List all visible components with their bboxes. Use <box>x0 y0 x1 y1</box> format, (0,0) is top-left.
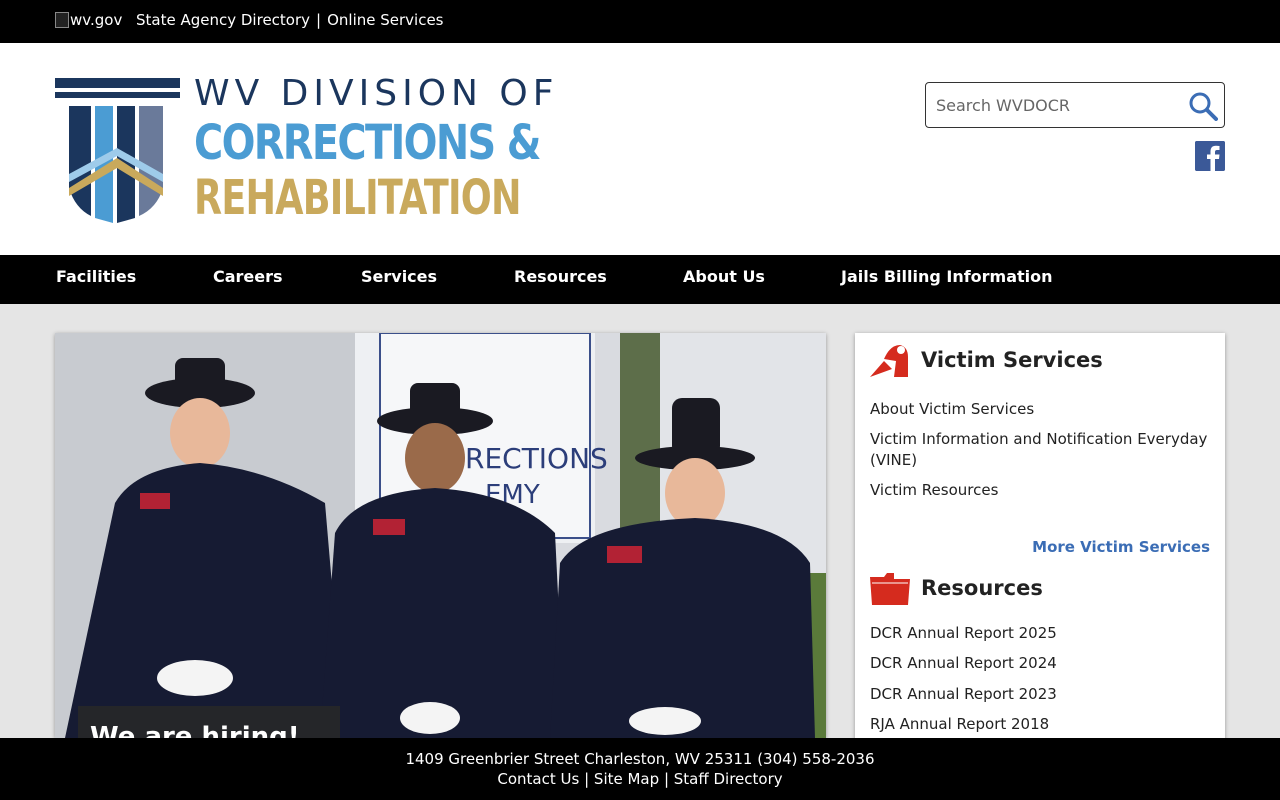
dcr-annual-report-2023-link[interactable]: DCR Annual Report 2023 <box>870 684 1210 705</box>
online-services-link[interactable]: Online Services <box>327 11 443 29</box>
wvgov-alt-text: wv.gov <box>70 11 123 29</box>
search-box <box>925 82 1225 128</box>
site-header: WV DIVISION OF CORRECTIONS & REHABILITAT… <box>0 43 1280 255</box>
logo-line-rehabilitation: REHABILITATION <box>194 170 522 226</box>
svg-text:RECTIONS: RECTIONS <box>465 442 608 475</box>
staff-directory-link[interactable]: Staff Directory <box>674 770 783 788</box>
hero-caption[interactable]: We are hiring! <box>78 706 340 738</box>
nav-resources[interactable]: Resources <box>514 267 607 286</box>
facebook-link[interactable] <box>1195 141 1225 171</box>
logo-line-division: WV DIVISION OF <box>194 73 559 114</box>
state-agency-directory-link[interactable]: State Agency Directory <box>136 11 310 29</box>
footer-links: Contact Us | Site Map | Staff Directory <box>0 770 1280 788</box>
search-icon <box>1189 92 1218 121</box>
site-map-link[interactable]: Site Map <box>594 770 659 788</box>
nav-jails-billing[interactable]: Jails Billing Information <box>841 267 1053 286</box>
resources-title: Resources <box>921 576 1043 600</box>
site-footer: 1409 Greenbrier Street Charleston, WV 25… <box>0 738 1280 800</box>
facebook-icon <box>1195 141 1225 171</box>
nav-about-us[interactable]: About Us <box>683 267 765 286</box>
main-nav: Facilities Careers Services Resources Ab… <box>0 255 1280 304</box>
footer-address: 1409 Greenbrier Street Charleston, WV 25… <box>405 750 875 768</box>
footer-separator: | <box>663 770 669 788</box>
top-links: State Agency Directory | Online Services <box>136 11 444 29</box>
broken-image-icon <box>55 12 69 28</box>
wvgov-link[interactable]: wv.gov <box>55 11 122 29</box>
footer-separator: | <box>584 770 590 788</box>
vine-link[interactable]: Victim Information and Notification Ever… <box>870 429 1210 471</box>
sidebar: Victim Services About Victim Services Vi… <box>855 333 1225 753</box>
dcr-annual-report-2025-link[interactable]: DCR Annual Report 2025 <box>870 623 1210 644</box>
victim-resources-link[interactable]: Victim Resources <box>870 480 1210 501</box>
about-victim-services-link[interactable]: About Victim Services <box>870 399 1210 420</box>
victim-services-title: Victim Services <box>921 348 1103 372</box>
hero-carousel[interactable]: RECTIONS EMY We are hiring! <box>55 333 826 738</box>
hero-officers-photo: RECTIONS EMY <box>55 333 826 738</box>
nav-facilities[interactable]: Facilities <box>56 267 136 286</box>
more-victim-services-link[interactable]: More Victim Services <box>1032 538 1210 556</box>
dcr-annual-report-2024-link[interactable]: DCR Annual Report 2024 <box>870 653 1210 674</box>
contact-us-link[interactable]: Contact Us <box>497 770 579 788</box>
top-bar: wv.gov State Agency Directory | Online S… <box>0 0 1280 43</box>
rja-annual-report-2018-link[interactable]: RJA Annual Report 2018 <box>870 714 1210 735</box>
search-button[interactable] <box>1188 91 1218 121</box>
logo-wordmark: WV DIVISION OF CORRECTIONS & REHABILITAT… <box>194 73 624 225</box>
folder-icon <box>870 573 910 605</box>
nav-careers[interactable]: Careers <box>213 267 283 286</box>
nav-services[interactable]: Services <box>361 267 437 286</box>
victim-services-icon <box>870 345 908 377</box>
top-links-separator: | <box>316 11 322 29</box>
search-input[interactable] <box>936 91 1176 119</box>
dcr-shield-logo-icon <box>55 78 180 223</box>
logo-line-corrections: CORRECTIONS & <box>194 115 542 171</box>
